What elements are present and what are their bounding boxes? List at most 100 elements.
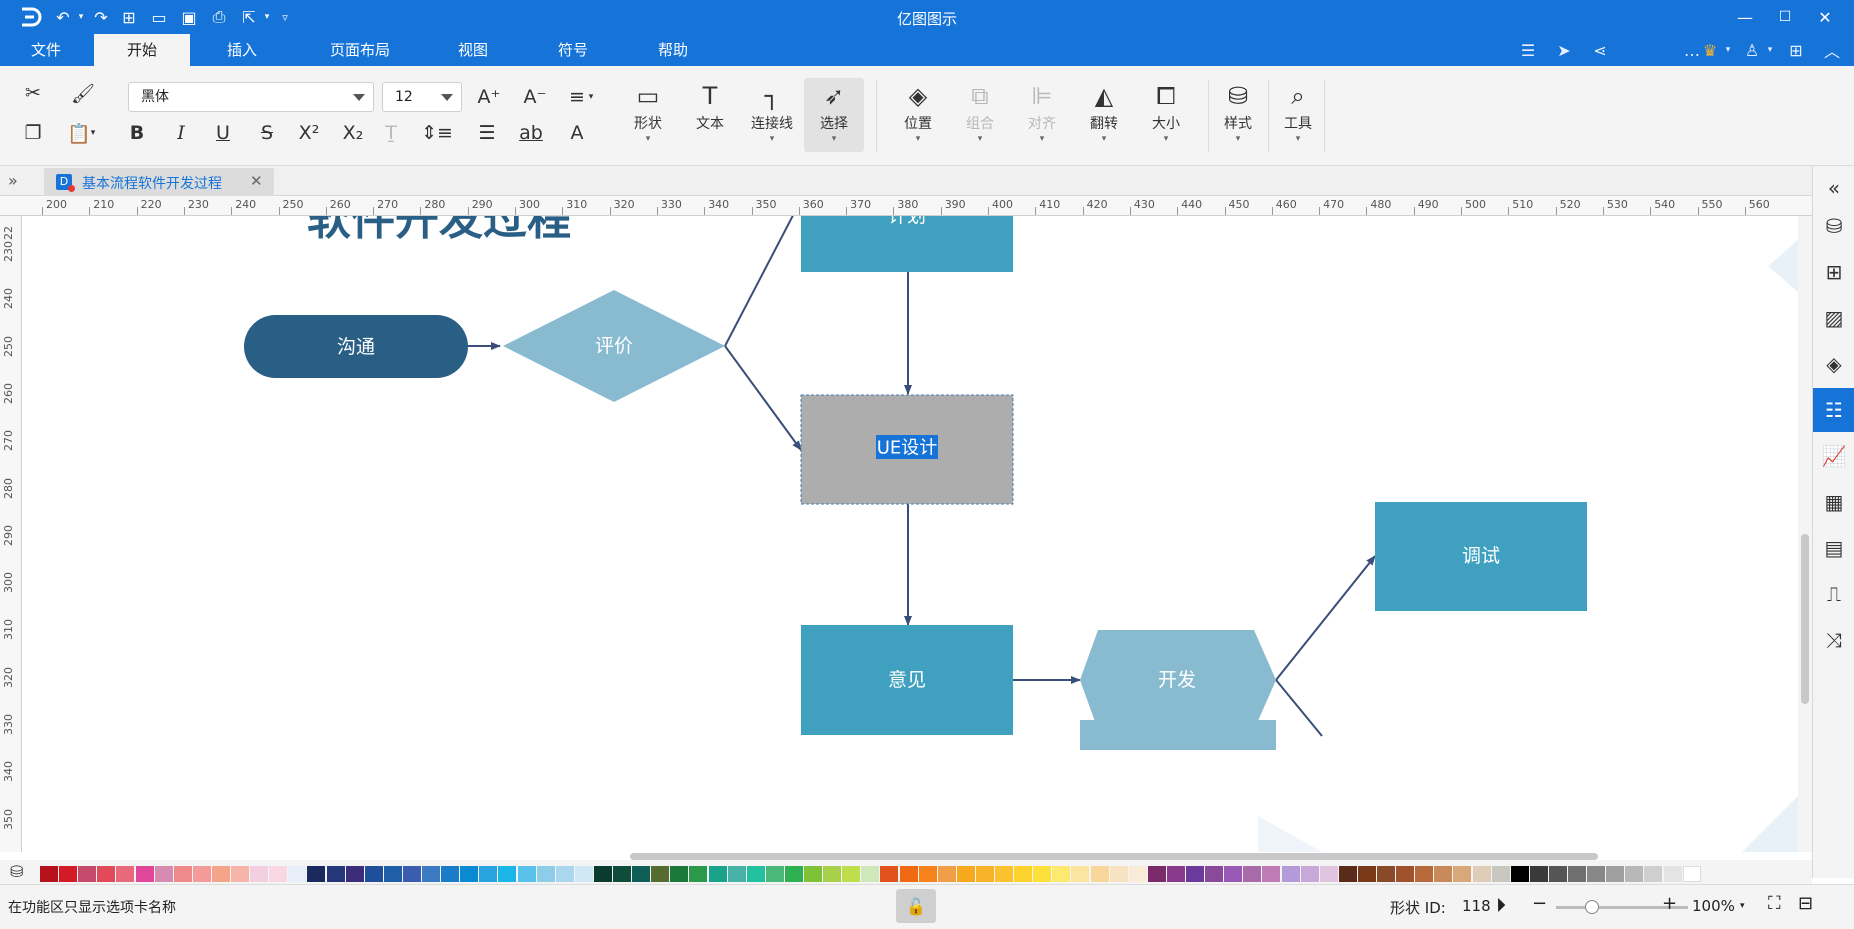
connector-line[interactable] <box>724 216 801 347</box>
color-swatch[interactable] <box>1014 866 1033 882</box>
color-swatch[interactable] <box>1396 866 1415 882</box>
color-swatch[interactable] <box>574 866 593 882</box>
zoom-level[interactable]: 100% <box>1692 897 1735 915</box>
color-swatch[interactable] <box>555 866 574 882</box>
color-swatch[interactable] <box>326 866 345 882</box>
node-kaifa[interactable]: 开发 <box>1080 630 1276 750</box>
tab-symbol[interactable]: 符号 <box>540 34 606 66</box>
expand-panel-icon[interactable]: » <box>8 171 18 190</box>
open-folder-icon[interactable]: ▭ <box>148 7 170 27</box>
color-swatch[interactable] <box>422 866 441 882</box>
color-swatch[interactable] <box>402 866 421 882</box>
highlight-icon[interactable]: ab <box>516 118 546 148</box>
underline-icon[interactable]: U <box>208 118 238 148</box>
redo-icon[interactable]: ↷ <box>90 7 112 27</box>
select-button[interactable]: ➶ 选择 ▾ <box>804 78 864 152</box>
table-icon[interactable]: ▦ <box>1813 480 1854 524</box>
color-swatch[interactable] <box>1205 866 1224 882</box>
color-swatch[interactable] <box>1319 866 1338 882</box>
color-swatch[interactable] <box>670 866 689 882</box>
vertical-scroll-thumb[interactable] <box>1801 534 1809 704</box>
color-swatch[interactable] <box>1568 866 1587 882</box>
color-swatch[interactable] <box>498 866 517 882</box>
color-swatch[interactable] <box>899 866 918 882</box>
color-swatch[interactable] <box>269 866 288 882</box>
color-swatch[interactable] <box>135 866 154 882</box>
color-swatch[interactable] <box>1281 866 1300 882</box>
diagram-title[interactable]: 软件开发过程 <box>307 216 571 245</box>
size-button[interactable]: ⧠ 大小 ▾ <box>1136 78 1196 152</box>
horizontal-scrollbar[interactable] <box>630 853 1598 860</box>
color-swatch[interactable] <box>307 866 326 882</box>
color-swatch[interactable] <box>1434 866 1453 882</box>
connector-line[interactable] <box>1275 679 1323 737</box>
chart-icon[interactable]: 📈 <box>1813 434 1854 478</box>
color-swatch[interactable] <box>1128 866 1147 882</box>
fit-page-icon[interactable]: ⛶ <box>1768 893 1781 914</box>
undo-dropdown-icon[interactable]: ▾ <box>70 7 92 27</box>
document-tab[interactable]: D 基本流程软件开发过程 ✕ <box>44 168 274 196</box>
zoom-slider-knob[interactable] <box>1585 900 1600 914</box>
group-button[interactable]: ⧉ 组合 ▾ <box>950 78 1010 152</box>
decrease-font-icon[interactable]: A⁻ <box>520 82 550 112</box>
fill-bucket-icon[interactable]: ⛁ <box>10 862 23 881</box>
collapse-ribbon-icon[interactable]: ︿ <box>1820 39 1844 61</box>
color-swatch[interactable] <box>1166 866 1185 882</box>
color-swatch[interactable] <box>1377 866 1396 882</box>
play-icon[interactable]: ⏵ <box>1496 893 1506 917</box>
color-swatch[interactable] <box>975 866 994 882</box>
color-swatch[interactable] <box>1529 866 1548 882</box>
superscript-icon[interactable]: X² <box>294 118 324 148</box>
color-swatch[interactable] <box>116 866 135 882</box>
color-swatch[interactable] <box>1453 866 1472 882</box>
comment-icon[interactable]: ☰ <box>1516 39 1540 61</box>
color-swatch[interactable] <box>1243 866 1262 882</box>
color-swatch[interactable] <box>1606 866 1625 882</box>
fill-icon[interactable]: ⛁ <box>1813 204 1854 248</box>
color-swatch[interactable] <box>1510 866 1529 882</box>
new-file-icon[interactable]: ⊞ <box>118 7 140 27</box>
zoom-out-icon[interactable]: − <box>1532 893 1547 914</box>
color-swatch[interactable] <box>918 866 937 882</box>
color-swatch[interactable] <box>231 866 250 882</box>
color-swatch[interactable] <box>995 866 1014 882</box>
close-tab-icon[interactable]: ✕ <box>250 172 263 190</box>
color-swatch[interactable] <box>1071 866 1090 882</box>
color-swatch[interactable] <box>1147 866 1166 882</box>
zoom-in-icon[interactable]: + <box>1662 893 1677 914</box>
share-icon[interactable]: ⋖ <box>1588 39 1612 61</box>
color-swatch[interactable] <box>1090 866 1109 882</box>
text-style-icon[interactable]: Ṯ <box>376 118 406 148</box>
shuffle-icon[interactable]: ⤨ <box>1813 618 1854 662</box>
color-swatch[interactable] <box>727 866 746 882</box>
minimize-icon[interactable]: — <box>1730 4 1760 30</box>
align-dropdown-icon[interactable]: ▾ <box>584 82 598 112</box>
layers-icon[interactable]: ◈ <box>1813 342 1854 386</box>
color-swatch[interactable] <box>880 866 899 882</box>
color-swatch[interactable] <box>937 866 956 882</box>
color-swatch[interactable] <box>1186 866 1205 882</box>
print-icon[interactable]: ⎙ <box>208 7 230 27</box>
lock-icon[interactable]: 🔓 <box>896 889 936 923</box>
node-goutong[interactable]: 沟通 <box>244 315 468 378</box>
vip-dropdown-icon[interactable]: ▾ <box>1716 39 1740 61</box>
color-swatch[interactable] <box>1663 866 1682 882</box>
skin-dropdown-icon[interactable]: ▾ <box>1758 39 1782 61</box>
color-swatch[interactable] <box>861 866 880 882</box>
color-swatch[interactable] <box>250 866 269 882</box>
align-button[interactable]: ⊫ 对齐 ▾ <box>1012 78 1072 152</box>
node-yijian[interactable]: 意见 <box>801 625 1013 735</box>
save-icon[interactable]: ▣ <box>178 7 200 27</box>
shape-button[interactable]: ▭ 形状 ▾ <box>618 78 678 152</box>
color-swatch[interactable] <box>746 866 765 882</box>
zoom-dropdown-icon[interactable]: ▾ <box>1740 901 1745 911</box>
maximize-icon[interactable]: ☐ <box>1770 4 1800 30</box>
app-logo-icon[interactable] <box>16 5 44 29</box>
color-swatch[interactable] <box>192 866 211 882</box>
color-swatch[interactable] <box>211 866 230 882</box>
color-swatch[interactable] <box>364 866 383 882</box>
font-size-select[interactable]: 12 <box>382 82 462 112</box>
color-swatch[interactable] <box>1625 866 1644 882</box>
connector-line[interactable] <box>724 345 802 451</box>
color-swatch[interactable] <box>1548 866 1567 882</box>
